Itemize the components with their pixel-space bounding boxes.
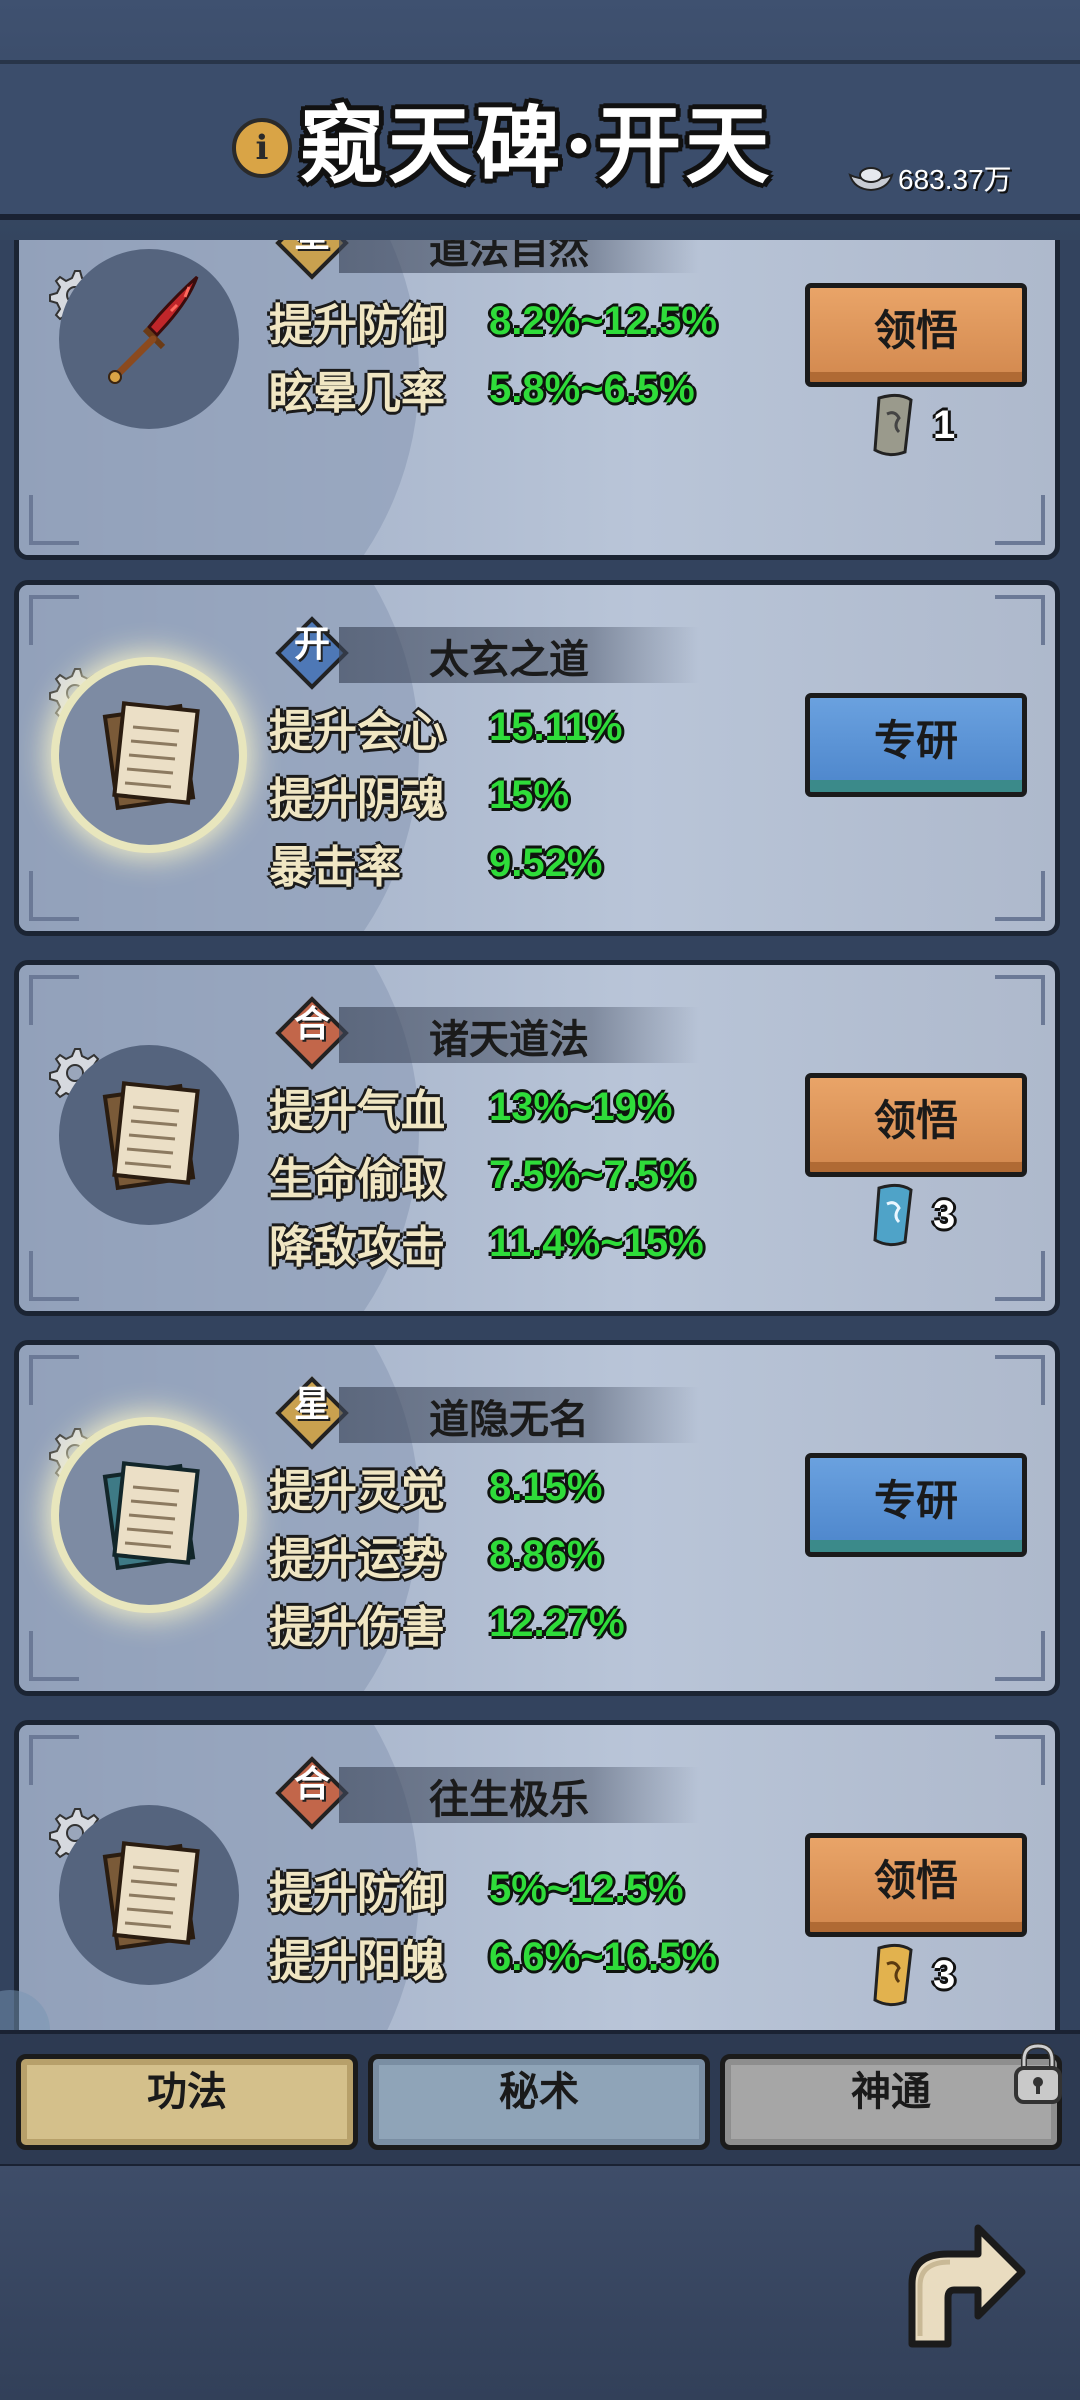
stat-label: 生命偷取 <box>269 1154 445 1205</box>
stat-label: 提升气血 <box>269 1086 445 1137</box>
cost: 3 <box>869 1175 955 1255</box>
stat-row: 生命偷取 7.5%~7.5% <box>269 1141 704 1209</box>
return-arrow-icon[interactable] <box>898 2214 1028 2354</box>
stat-value: 8.86% <box>489 1532 603 1577</box>
stats: 提升防御 5%~12.5% 提升阳魄 6.6%~16.5% <box>269 1855 717 1991</box>
brown-scroll-icon[interactable] <box>97 1077 207 1197</box>
stat-value: 6.6%~16.5% <box>489 1934 717 1979</box>
stat-label: 提升运势 <box>269 1534 445 1585</box>
technique-list[interactable]: 星 道法自然 提升防御 8.2%~12.5% 眩晕几率 5.8%~6.5% 领悟… <box>0 240 1080 2030</box>
stat-row: 眩晕几率 5.8%~6.5% <box>269 355 717 423</box>
stat-row: 提升阴魂 15% <box>269 761 622 829</box>
stat-row: 提升伤害 12.27% <box>269 1589 625 1657</box>
research-button[interactable]: 专研 <box>805 693 1027 797</box>
stat-value: 9.52% <box>489 840 603 885</box>
stat-label: 眩晕几率 <box>269 368 445 419</box>
tab-techniques[interactable]: 功法 <box>16 2054 358 2150</box>
stat-label: 提升会心 <box>269 706 445 757</box>
stat-row: 提升气血 13%~19% <box>269 1073 704 1141</box>
stat-row: 降敌攻击 11.4%~15% <box>269 1209 704 1277</box>
stat-row: 提升阳魄 6.6%~16.5% <box>269 1923 717 1991</box>
cost: 3 <box>869 1935 955 2015</box>
stat-row: 暴击率 9.52% <box>269 829 622 897</box>
page-title: 窥天碑·开天 <box>300 96 774 195</box>
stat-label: 降敌攻击 <box>269 1222 445 1273</box>
stat-value: 15% <box>489 772 570 817</box>
stat-label: 提升阳魄 <box>269 1936 445 1987</box>
tab-bar: 功法 秘术 神通 <box>0 2030 1080 2170</box>
technique-card: 合 往生极乐 提升防御 5%~12.5% 提升阳魄 6.6%~16.5% 领悟 … <box>14 1720 1060 2030</box>
stat-label: 提升灵觉 <box>269 1466 445 1517</box>
technique-name: 往生极乐 <box>429 1776 589 1823</box>
tab-secret-arts[interactable]: 秘术 <box>368 2054 710 2150</box>
stat-label: 暴击率 <box>269 842 401 893</box>
technique-name: 道法自然 <box>429 240 589 273</box>
brown-scroll-icon[interactable] <box>97 1837 207 1957</box>
stats: 提升灵觉 8.15% 提升运势 8.86% 提升伤害 12.27% <box>269 1453 625 1657</box>
cost-value: 1 <box>933 402 956 447</box>
info-icon[interactable]: i <box>232 118 292 178</box>
stat-label: 提升伤害 <box>269 1602 445 1653</box>
stat-value: 8.15% <box>489 1464 603 1509</box>
stat-value: 11.4%~15% <box>489 1220 704 1265</box>
blue-scroll-icon <box>873 1183 913 1247</box>
technique-name: 道隐无名 <box>429 1396 589 1443</box>
teal-scroll-icon[interactable] <box>97 1457 207 1577</box>
stats: 提升防御 8.2%~12.5% 眩晕几率 5.8%~6.5% <box>269 287 717 423</box>
gray-scroll-icon <box>873 393 913 457</box>
stat-row: 提升运势 8.86% <box>269 1521 625 1589</box>
currency-value: 683.37万 <box>898 164 1012 195</box>
stats: 提升会心 15.11% 提升阴魂 15% 暴击率 9.52% <box>269 693 622 897</box>
technique-card: 星 道法自然 提升防御 8.2%~12.5% 眩晕几率 5.8%~6.5% 领悟… <box>14 240 1060 560</box>
stat-value: 7.5%~7.5% <box>489 1152 695 1197</box>
stats: 提升气血 13%~19% 生命偷取 7.5%~7.5% 降敌攻击 11.4%~1… <box>269 1073 704 1277</box>
stat-row: 提升灵觉 8.15% <box>269 1453 625 1521</box>
technique-card: 星 道隐无名 提升灵觉 8.15% 提升运势 8.86% 提升伤害 12.27%… <box>14 1340 1060 1696</box>
comprehend-button[interactable]: 领悟 <box>805 1833 1027 1937</box>
lock-icon <box>1014 2042 1062 2104</box>
technique-card: 开 太玄之道 提升会心 15.11% 提升阴魂 15% 暴击率 9.52% 专研 <box>14 580 1060 936</box>
comprehend-button[interactable]: 领悟 <box>805 1073 1027 1177</box>
silver-ingot-icon <box>848 167 894 192</box>
stat-value: 5.8%~6.5% <box>489 366 695 411</box>
gold-scroll-icon <box>873 1943 913 2007</box>
stat-value: 5%~12.5% <box>489 1866 684 1911</box>
stat-value: 13%~19% <box>489 1084 673 1129</box>
research-button[interactable]: 专研 <box>805 1453 1027 1557</box>
comprehend-button[interactable]: 领悟 <box>805 283 1027 387</box>
technique-name: 诸天道法 <box>429 1016 589 1063</box>
stat-label: 提升阴魂 <box>269 774 445 825</box>
cost-value: 3 <box>933 1192 956 1237</box>
stat-row: 提升会心 15.11% <box>269 693 622 761</box>
technique-name: 太玄之道 <box>429 636 589 683</box>
stat-label: 提升防御 <box>269 300 445 351</box>
red-sword-icon[interactable] <box>97 269 207 389</box>
brown-scroll-icon[interactable] <box>97 697 207 817</box>
stat-value: 8.2%~12.5% <box>489 298 717 343</box>
currency-display: 683.37万 <box>848 158 1012 198</box>
cost: 1 <box>869 385 955 465</box>
stat-value: 15.11% <box>489 704 623 749</box>
stat-row: 提升防御 8.2%~12.5% <box>269 287 717 355</box>
technique-card: 合 诸天道法 提升气血 13%~19% 生命偷取 7.5%~7.5% 降敌攻击 … <box>14 960 1060 1316</box>
cost-value: 3 <box>933 1952 956 1997</box>
stat-value: 12.27% <box>489 1600 625 1645</box>
stat-row: 提升防御 5%~12.5% <box>269 1855 717 1923</box>
stat-label: 提升防御 <box>269 1868 445 1919</box>
